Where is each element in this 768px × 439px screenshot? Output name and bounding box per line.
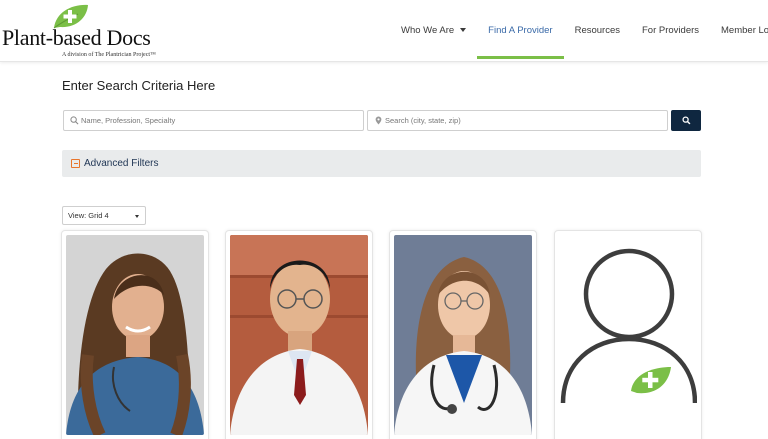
nav-item-label: Resources	[574, 24, 620, 36]
site-logo[interactable]: Plant-based Docs A division of The Plant…	[2, 4, 172, 60]
placeholder-avatar-icon	[559, 235, 697, 435]
search-heading: Enter Search Criteria Here	[62, 78, 216, 93]
provider-card[interactable]	[61, 230, 209, 439]
nav-item-find-a-provider[interactable]: Find A Provider	[477, 0, 565, 60]
brand-title: Plant-based Docs	[2, 25, 151, 50]
advanced-filters-toggle[interactable]: Advanced Filters	[62, 150, 701, 177]
search-button[interactable]	[671, 110, 701, 131]
caret-down-icon	[460, 28, 467, 32]
search-icon	[681, 116, 690, 125]
brand-subtitle: A division of The Plantrician Project™	[62, 52, 156, 58]
caret-down-icon	[135, 215, 139, 218]
provider-photo[interactable]	[559, 235, 697, 435]
provider-photo[interactable]	[394, 235, 532, 435]
view-select-value: View: Grid 4	[68, 211, 109, 220]
nav-item-who-we-are[interactable]: Who We Are	[390, 0, 477, 60]
provider-card[interactable]	[389, 230, 537, 439]
provider-card[interactable]	[225, 230, 373, 439]
nav-item-label: Find A Provider	[488, 24, 553, 36]
nav-item-label: Member Login	[721, 24, 768, 36]
name-search-input[interactable]	[81, 116, 363, 125]
expand-box-icon	[71, 159, 80, 168]
nav-item-for-providers[interactable]: For Providers	[631, 0, 710, 60]
nav-item-member-login[interactable]: Member Login	[710, 0, 768, 60]
site-header: Plant-based Docs A division of The Plant…	[0, 0, 768, 62]
main-nav: Who We Are Find A Provider Resources For…	[390, 0, 768, 60]
nav-item-label: Who We Are	[401, 24, 455, 36]
advanced-filters-label: Advanced Filters	[84, 158, 159, 169]
view-select[interactable]: View: Grid 4	[62, 206, 146, 225]
nav-item-resources[interactable]: Resources	[564, 0, 631, 60]
woman-stethoscope-white-coat-photo	[394, 235, 532, 435]
provider-photo[interactable]	[230, 235, 368, 435]
nav-item-label: For Providers	[642, 24, 700, 36]
man-glasses-white-coat-photo	[230, 235, 368, 435]
location-search-input[interactable]	[385, 116, 667, 125]
name-search-field[interactable]	[63, 110, 364, 131]
location-search-field[interactable]	[367, 110, 668, 131]
search-icon	[70, 116, 79, 125]
provider-card[interactable]	[554, 230, 702, 439]
provider-photo[interactable]	[66, 235, 204, 435]
map-pin-icon	[375, 116, 382, 125]
woman-long-brown-hair-photo	[66, 235, 204, 435]
